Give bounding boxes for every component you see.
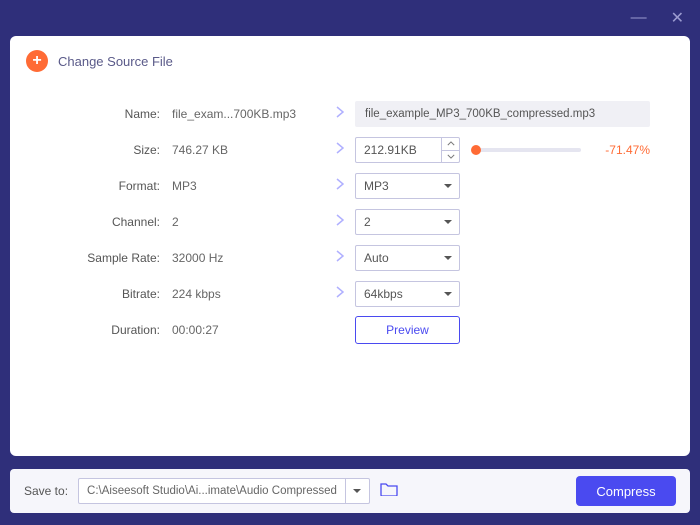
size-src: 746.27 KB <box>170 143 325 157</box>
footer: Save to: C:\Aiseesoft Studio\Ai...imate\… <box>10 469 690 513</box>
preview-button[interactable]: Preview <box>355 316 460 344</box>
duration-label: Duration: <box>40 323 170 337</box>
chevron-down-icon <box>443 183 453 189</box>
save-to-label: Save to: <box>24 484 68 498</box>
format-select[interactable]: MP3 <box>355 173 460 199</box>
name-label: Name: <box>40 107 170 121</box>
size-reduction-pct: -71.47% <box>595 143 650 157</box>
chevron-down-icon <box>352 488 362 494</box>
change-source-file-link[interactable]: Change Source File <box>58 54 173 69</box>
arrow-icon <box>325 177 355 195</box>
save-path-text: C:\Aiseesoft Studio\Ai...imate\Audio Com… <box>79 485 345 497</box>
bitrate-select[interactable]: 64kbps <box>355 281 460 307</box>
arrow-icon <box>325 285 355 303</box>
bitrate-label: Bitrate: <box>40 287 170 301</box>
size-step-down[interactable] <box>442 151 459 163</box>
main-panel: + Change Source File Name: file_exam...7… <box>10 36 690 456</box>
format-label: Format: <box>40 179 170 193</box>
arrow-icon <box>325 141 355 159</box>
format-src: MP3 <box>170 179 325 193</box>
add-icon[interactable]: + <box>26 50 48 72</box>
channel-src: 2 <box>170 215 325 229</box>
size-dest-value: 212.91KB <box>356 143 441 157</box>
minimize-button[interactable]: — <box>631 9 647 27</box>
chevron-down-icon <box>443 219 453 225</box>
compress-button[interactable]: Compress <box>576 476 676 506</box>
channel-label: Channel: <box>40 215 170 229</box>
samplerate-src: 32000 Hz <box>170 251 325 265</box>
arrow-icon <box>325 249 355 267</box>
close-button[interactable]: ✕ <box>671 8 684 28</box>
size-slider[interactable] <box>474 148 581 152</box>
arrow-icon <box>325 105 355 123</box>
size-dest-stepper[interactable]: 212.91KB <box>355 137 460 163</box>
name-src: file_exam...700KB.mp3 <box>170 107 325 121</box>
name-dest-input[interactable]: file_example_MP3_700KB_compressed.mp3 <box>355 101 650 127</box>
arrow-icon <box>325 213 355 231</box>
open-folder-button[interactable] <box>380 481 398 501</box>
channel-select[interactable]: 2 <box>355 209 460 235</box>
header: + Change Source File <box>10 36 690 86</box>
bitrate-src: 224 kbps <box>170 287 325 301</box>
size-step-up[interactable] <box>442 138 459 151</box>
duration-value: 00:00:27 <box>170 323 325 337</box>
size-label: Size: <box>40 143 170 157</box>
samplerate-select[interactable]: Auto <box>355 245 460 271</box>
chevron-down-icon <box>443 291 453 297</box>
save-path-dropdown[interactable] <box>345 479 369 503</box>
samplerate-label: Sample Rate: <box>40 251 170 265</box>
save-path-select[interactable]: C:\Aiseesoft Studio\Ai...imate\Audio Com… <box>78 478 370 504</box>
chevron-down-icon <box>443 255 453 261</box>
